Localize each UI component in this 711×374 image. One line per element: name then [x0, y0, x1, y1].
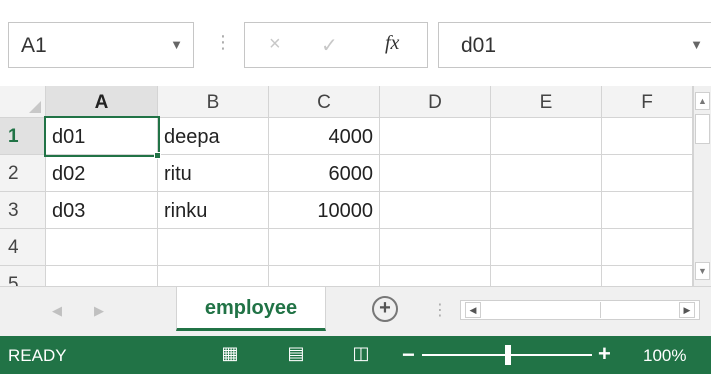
- formula-input-value: d01: [461, 34, 497, 57]
- row-header[interactable]: 1: [0, 118, 46, 155]
- cell-b2[interactable]: ritu: [158, 155, 269, 192]
- column-header[interactable]: C: [269, 86, 380, 118]
- cell-c2[interactable]: 6000: [269, 155, 380, 192]
- vertical-scrollbar[interactable]: ▲ ▼: [693, 86, 711, 286]
- active-cell-border: [44, 116, 160, 157]
- horizontal-scrollbar[interactable]: ◀ ▶: [460, 300, 700, 320]
- row-header[interactable]: 3: [0, 192, 46, 229]
- cell-e2[interactable]: [491, 155, 602, 192]
- chevron-down-icon[interactable]: ▼: [170, 37, 183, 52]
- cell-a3[interactable]: d03: [46, 192, 158, 229]
- zoom-level[interactable]: 100%: [643, 346, 686, 366]
- status-bar: READY ▦ ▤ ◫ − + 100%: [0, 336, 711, 374]
- name-box-value: A1: [21, 34, 47, 57]
- select-all-button[interactable]: [0, 86, 46, 118]
- cell-b5[interactable]: [158, 266, 269, 286]
- cell-c3[interactable]: 10000: [269, 192, 380, 229]
- cell-e5[interactable]: [491, 266, 602, 286]
- add-sheet-icon[interactable]: +: [372, 296, 398, 322]
- formula-bar: A1 ▼ ⋮ × ✓ fx d01 ▼: [0, 0, 711, 80]
- scroll-left-icon[interactable]: ◀: [465, 302, 481, 318]
- next-sheet-icon[interactable]: ▶: [94, 303, 104, 319]
- vertical-scroll-thumb[interactable]: [695, 114, 710, 144]
- cell-e3[interactable]: [491, 192, 602, 229]
- cell-d2[interactable]: [380, 155, 491, 192]
- scroll-down-icon[interactable]: ▼: [695, 262, 710, 280]
- tab-split-handle-icon[interactable]: ⋮: [432, 300, 448, 320]
- cell-f1[interactable]: [602, 118, 693, 155]
- cell-f5[interactable]: [602, 266, 693, 286]
- cell-c4[interactable]: [269, 229, 380, 266]
- enter-icon[interactable]: ✓: [321, 33, 338, 58]
- zoom-slider-thumb[interactable]: [505, 345, 511, 365]
- zoom-in-icon[interactable]: +: [598, 341, 611, 367]
- normal-view-icon[interactable]: ▦: [218, 343, 242, 365]
- cell-f3[interactable]: [602, 192, 693, 229]
- name-box[interactable]: A1 ▼: [8, 22, 194, 68]
- cell-b1[interactable]: deepa: [158, 118, 269, 155]
- column-header[interactable]: A: [46, 86, 158, 118]
- column-header[interactable]: B: [158, 86, 269, 118]
- formula-buttons: × ✓ fx: [244, 22, 428, 68]
- horizontal-scroll-thumb[interactable]: [485, 302, 601, 318]
- cell-f2[interactable]: [602, 155, 693, 192]
- page-break-preview-icon[interactable]: ◫: [349, 343, 373, 365]
- column-header[interactable]: E: [491, 86, 602, 118]
- cell-a2[interactable]: d02: [46, 155, 158, 192]
- prev-sheet-icon[interactable]: ◀: [52, 303, 62, 319]
- spreadsheet-grid: A B C D E F 1 2 3 4 5 d01 deepa 4000 d02…: [0, 86, 711, 286]
- cell-f4[interactable]: [602, 229, 693, 266]
- cell-d4[interactable]: [380, 229, 491, 266]
- row-header[interactable]: 5: [0, 266, 46, 286]
- fill-handle[interactable]: [154, 152, 161, 159]
- formula-input[interactable]: d01 ▼: [438, 22, 711, 68]
- scroll-right-icon[interactable]: ▶: [679, 302, 695, 318]
- column-header[interactable]: D: [380, 86, 491, 118]
- column-header[interactable]: F: [602, 86, 693, 118]
- row-header[interactable]: 2: [0, 155, 46, 192]
- scroll-up-icon[interactable]: ▲: [695, 92, 710, 110]
- sheet-tab-employee[interactable]: employee: [176, 287, 326, 331]
- cell-d3[interactable]: [380, 192, 491, 229]
- cell-c5[interactable]: [269, 266, 380, 286]
- cell-a5[interactable]: [46, 266, 158, 286]
- cell-a4[interactable]: [46, 229, 158, 266]
- cancel-icon[interactable]: ×: [269, 33, 281, 56]
- sheet-tab-bar: ◀ ▶ employee + ⋮ ◀ ▶: [0, 286, 711, 336]
- cell-b3[interactable]: rinku: [158, 192, 269, 229]
- cell-b4[interactable]: [158, 229, 269, 266]
- cell-d5[interactable]: [380, 266, 491, 286]
- zoom-out-icon[interactable]: −: [402, 342, 415, 368]
- page-layout-view-icon[interactable]: ▤: [284, 343, 308, 365]
- cell-c1[interactable]: 4000: [269, 118, 380, 155]
- insert-function-icon[interactable]: fx: [385, 32, 399, 55]
- row-header[interactable]: 4: [0, 229, 46, 266]
- cell-e1[interactable]: [491, 118, 602, 155]
- cell-e4[interactable]: [491, 229, 602, 266]
- cell-d1[interactable]: [380, 118, 491, 155]
- status-text: READY: [8, 346, 67, 365]
- expand-formula-bar-icon[interactable]: ▼: [690, 37, 703, 52]
- drag-handle-icon[interactable]: ⋮: [214, 32, 233, 53]
